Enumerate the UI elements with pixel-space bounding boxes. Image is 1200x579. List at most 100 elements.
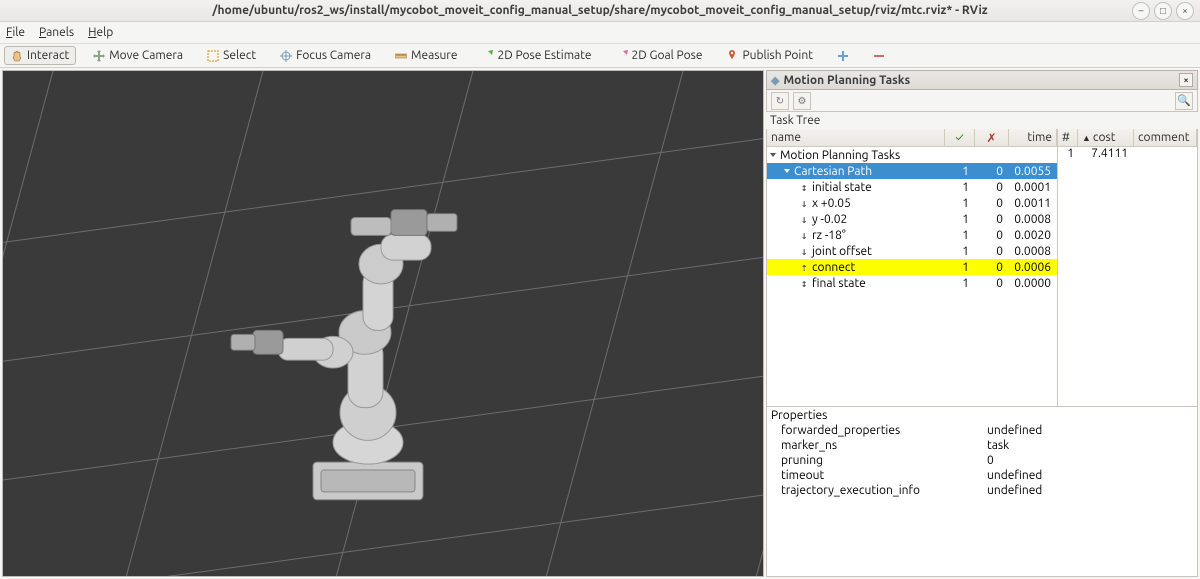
window-close-button[interactable]: ×	[1176, 2, 1194, 20]
tool-move-camera[interactable]: Move Camera	[86, 46, 190, 65]
tool-interact[interactable]: Interact	[4, 46, 76, 65]
property-value: undefined	[987, 424, 1197, 439]
task-tree-row[interactable]: ↓y -0.02100.0008	[767, 211, 1057, 227]
property-row[interactable]: trajectory_execution_infoundefined	[767, 484, 1197, 499]
property-key: forwarded_properties	[781, 424, 987, 439]
tool-publish-point[interactable]: Publish Point	[719, 46, 819, 65]
stage-icon: ↓	[799, 245, 809, 258]
property-key: timeout	[781, 469, 987, 484]
task-row-label: final state	[812, 277, 866, 290]
property-row[interactable]: forwarded_propertiesundefined	[767, 424, 1197, 439]
stage-icon: ↕	[799, 181, 809, 194]
task-row-check: 1	[945, 181, 975, 194]
task-row-label: rz -18°	[812, 229, 846, 242]
refresh-button[interactable]: ↻	[771, 92, 789, 110]
move-icon	[93, 50, 105, 62]
plus-icon	[837, 50, 849, 62]
property-key: pruning	[781, 454, 987, 469]
panel-close-button[interactable]: ×	[1179, 73, 1193, 87]
task-row-label: Motion Planning Tasks	[780, 149, 900, 162]
window-minimize-button[interactable]: –	[1132, 2, 1150, 20]
property-row[interactable]: timeoutundefined	[767, 469, 1197, 484]
col-x[interactable]: ✗	[975, 129, 1009, 146]
task-tree-row[interactable]: ↓joint offset100.0008	[767, 243, 1057, 259]
tool-2d-goal-pose[interactable]: 2D Goal Pose	[609, 46, 710, 65]
result-number: 1	[1058, 147, 1078, 163]
toolbar-label: Publish Point	[742, 49, 812, 62]
property-value: undefined	[987, 469, 1197, 484]
results-header[interactable]: # ▲cost comment	[1058, 129, 1197, 147]
tool-select[interactable]: Select	[200, 46, 263, 65]
task-tree-row[interactable]: Cartesian Path100.0055	[767, 163, 1057, 179]
task-tree-row[interactable]: ↕final state100.0000	[767, 275, 1057, 291]
arrow-green-icon	[481, 50, 493, 62]
menu-help[interactable]: Help	[88, 26, 113, 39]
task-row-x: 0	[975, 197, 1009, 210]
window-title: /home/ubuntu/ros2_ws/install/mycobot_mov…	[212, 4, 987, 17]
task-row-check: 1	[945, 245, 975, 258]
settings-button[interactable]: ⚙	[793, 92, 811, 110]
task-row-check: 1	[945, 277, 975, 290]
task-tree-row[interactable]: ↓x +0.05100.0011	[767, 195, 1057, 211]
task-row-x: 0	[975, 181, 1009, 194]
toolbar-label: Select	[223, 49, 256, 62]
hand-icon	[11, 50, 23, 62]
panel-toolbar: ↻ ⚙ 🔍	[766, 90, 1198, 112]
col-comment[interactable]: comment	[1134, 129, 1197, 146]
caret-icon[interactable]	[770, 153, 776, 157]
task-tree-label: Task Tree	[766, 112, 1198, 129]
task-row-x: 0	[975, 245, 1009, 258]
task-tree[interactable]: name ✓ ✗ time Motion Planning TasksCarte…	[767, 129, 1057, 406]
toolbar-label: Interact	[27, 49, 69, 62]
3d-viewport[interactable]	[2, 70, 764, 577]
panel-title-bar[interactable]: ◆ Motion Planning Tasks ×	[766, 70, 1198, 90]
toolbar-label: Focus Camera	[296, 49, 371, 62]
col-number[interactable]: #	[1058, 129, 1078, 146]
task-row-x: 0	[975, 277, 1009, 290]
tool-2d-pose-estimate[interactable]: 2D Pose Estimate	[474, 46, 598, 65]
task-row-x: 0	[975, 165, 1009, 178]
col-time[interactable]: time	[1009, 129, 1057, 146]
col-name[interactable]: name	[767, 129, 945, 146]
task-row-time: 0.0008	[1009, 245, 1057, 258]
select-icon	[207, 50, 219, 62]
task-row-time: 0.0020	[1009, 229, 1057, 242]
menu-panels[interactable]: Panels	[39, 26, 74, 39]
menu-file[interactable]: File	[6, 26, 25, 39]
property-row[interactable]: marker_nstask	[767, 439, 1197, 454]
pin-icon	[726, 50, 738, 62]
task-row-check: 1	[945, 197, 975, 210]
stage-icon: ↓	[799, 197, 809, 210]
tool-measure[interactable]: Measure	[388, 46, 464, 65]
col-cost[interactable]: ▲cost	[1078, 129, 1134, 146]
task-tree-header[interactable]: name ✓ ✗ time	[767, 129, 1057, 147]
task-row-time: 0.0000	[1009, 277, 1057, 290]
task-row-time: 0.0055	[1009, 165, 1057, 178]
result-row[interactable]: 17.4111	[1058, 147, 1197, 163]
stage-icon: ↓	[799, 229, 809, 242]
task-tree-row[interactable]: Motion Planning Tasks	[767, 147, 1057, 163]
task-tree-section: name ✓ ✗ time Motion Planning TasksCarte…	[766, 129, 1198, 407]
property-row[interactable]: pruning0	[767, 454, 1197, 469]
task-row-label: Cartesian Path	[794, 165, 872, 178]
result-comment	[1134, 147, 1197, 163]
toolbar: Interact Move Camera Select Focus Camera…	[0, 44, 1200, 68]
task-tree-row[interactable]: ↕initial state100.0001	[767, 179, 1057, 195]
property-key: marker_ns	[781, 439, 987, 454]
search-button[interactable]: 🔍	[1175, 92, 1193, 110]
right-panel: ◆ Motion Planning Tasks × ↻ ⚙ 🔍 Task Tre…	[766, 70, 1198, 577]
tool-focus-camera[interactable]: Focus Camera	[273, 46, 378, 65]
col-check[interactable]: ✓	[945, 129, 975, 146]
task-row-time: 0.0001	[1009, 181, 1057, 194]
window-maximize-button[interactable]: □	[1154, 2, 1172, 20]
task-tree-row[interactable]: ⇡connect100.0006	[767, 259, 1057, 275]
tool-add[interactable]	[830, 47, 856, 65]
task-row-time: 0.0008	[1009, 213, 1057, 226]
caret-icon[interactable]	[784, 169, 790, 173]
stage-icon: ↓	[799, 213, 809, 226]
results-panel[interactable]: # ▲cost comment 17.4111	[1057, 129, 1197, 406]
task-row-time: 0.0006	[1009, 261, 1057, 274]
task-tree-row[interactable]: ↓rz -18°100.0020	[767, 227, 1057, 243]
tool-remove[interactable]	[866, 47, 892, 65]
properties-table[interactable]: forwarded_propertiesundefinedmarker_nsta…	[767, 424, 1197, 576]
